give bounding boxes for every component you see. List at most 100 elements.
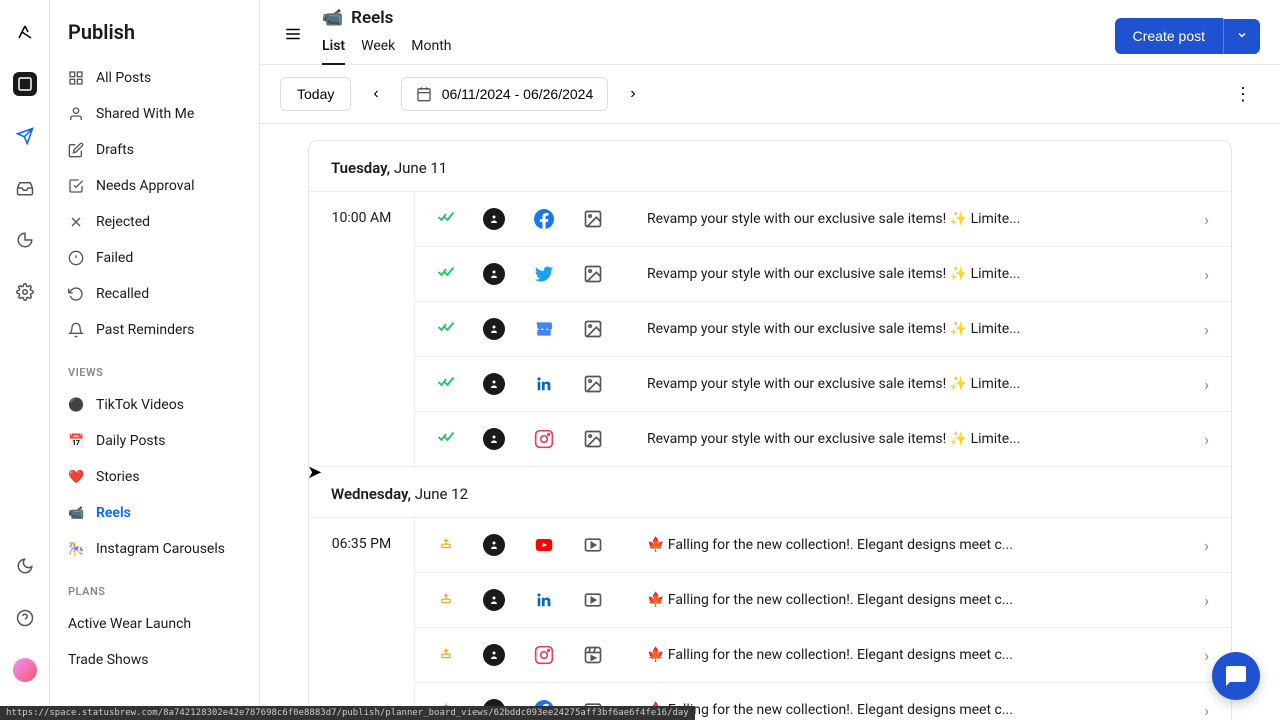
- plan-item[interactable]: Trade Shows: [50, 642, 259, 678]
- status-url: https://space.statusbrew.com/8a742128302…: [0, 706, 695, 720]
- nav-analytics-icon[interactable]: [13, 228, 37, 252]
- help-icon[interactable]: [13, 606, 37, 630]
- nav-icon: [68, 322, 84, 338]
- status-icon: [437, 430, 455, 448]
- instagram-icon: [533, 644, 555, 666]
- chevron-right-icon: ›: [1204, 591, 1209, 610]
- view-emoji: ⚫: [68, 398, 84, 413]
- chat-bubble-icon[interactable]: [1212, 652, 1260, 700]
- nav-item-rejected[interactable]: Rejected: [50, 204, 259, 240]
- post-row[interactable]: Revamp your style with our exclusive sal…: [415, 192, 1231, 247]
- twitter-icon: [533, 263, 555, 285]
- avatar[interactable]: [13, 658, 37, 682]
- nav-item-failed[interactable]: Failed: [50, 240, 259, 276]
- gmb-icon: [533, 318, 555, 340]
- tab-month[interactable]: Month: [411, 32, 451, 64]
- tab-list[interactable]: List: [322, 32, 345, 64]
- nav-icon: [68, 106, 84, 122]
- nav-icon: [68, 250, 84, 266]
- view-item-daily-posts[interactable]: 📅Daily Posts: [50, 423, 259, 459]
- post-text: 🍁 Falling for the new collection!. Elega…: [631, 537, 1176, 553]
- brand-dot-icon: [483, 263, 505, 285]
- image-icon: [583, 264, 603, 284]
- post-row[interactable]: Revamp your style with our exclusive sal…: [415, 357, 1231, 412]
- views-label: VIEWS: [50, 348, 259, 387]
- chevron-right-icon: ›: [1204, 430, 1209, 449]
- nav-icon: [68, 214, 84, 230]
- page-title: 📹 Reels: [322, 8, 1099, 32]
- image-icon: [583, 319, 603, 339]
- image-icon: [583, 209, 603, 229]
- today-button[interactable]: Today: [280, 77, 351, 111]
- tab-week[interactable]: Week: [361, 32, 395, 64]
- day-header: Wednesday, June 12: [309, 467, 1231, 518]
- post-text: Revamp your style with our exclusive sal…: [631, 266, 1176, 282]
- post-row[interactable]: 🍁 Falling for the new collection!. Elega…: [415, 573, 1231, 628]
- image-icon: [583, 374, 603, 394]
- view-item-stories[interactable]: ❤️Stories: [50, 459, 259, 495]
- video-icon: [583, 535, 603, 555]
- video-icon: [583, 590, 603, 610]
- reel-icon: [583, 645, 603, 665]
- nav-item-all-posts[interactable]: All Posts: [50, 60, 259, 96]
- facebook-icon: [533, 208, 555, 230]
- status-icon: [437, 591, 455, 609]
- nav-home-icon[interactable]: [13, 72, 37, 96]
- status-icon: [437, 210, 455, 228]
- post-row[interactable]: 🍁 Falling for the new collection!. Elega…: [415, 518, 1231, 573]
- nav-item-needs-approval[interactable]: Needs Approval: [50, 168, 259, 204]
- post-text: 🍁 Falling for the new collection!. Elega…: [631, 647, 1176, 663]
- status-icon: [437, 536, 455, 554]
- post-row[interactable]: Revamp your style with our exclusive sal…: [415, 412, 1231, 466]
- nav-item-drafts[interactable]: Drafts: [50, 132, 259, 168]
- prev-button[interactable]: ‹: [363, 79, 388, 109]
- status-icon: [437, 320, 455, 338]
- date-range-button[interactable]: 06/11/2024 - 06/26/2024: [401, 77, 609, 111]
- brand-dot-icon: [483, 373, 505, 395]
- brand-dot-icon: [483, 208, 505, 230]
- hamburger-icon[interactable]: [280, 21, 306, 51]
- post-row[interactable]: Revamp your style with our exclusive sal…: [415, 247, 1231, 302]
- brand-dot-icon: [483, 534, 505, 556]
- create-post-dropdown[interactable]: [1223, 19, 1260, 54]
- plans-label: PLANS: [50, 567, 259, 606]
- post-text: Revamp your style with our exclusive sal…: [631, 376, 1176, 392]
- nav-rail: [0, 0, 50, 720]
- post-text: 🍁 Falling for the new collection!. Elega…: [631, 592, 1176, 608]
- logo-icon[interactable]: [13, 20, 37, 44]
- brand-dot-icon: [483, 318, 505, 340]
- plan-item[interactable]: Active Wear Launch: [50, 606, 259, 642]
- chevron-right-icon: ›: [1204, 375, 1209, 394]
- brand-dot-icon: [483, 589, 505, 611]
- nav-item-shared-with-me[interactable]: Shared With Me: [50, 96, 259, 132]
- more-menu-icon[interactable]: ⋮: [1226, 80, 1260, 109]
- nav-item-past-reminders[interactable]: Past Reminders: [50, 312, 259, 348]
- time-cell: 10:00 AM: [309, 192, 415, 466]
- brand-dot-icon: [483, 428, 505, 450]
- nav-item-recalled[interactable]: Recalled: [50, 276, 259, 312]
- post-text: 🍁 Falling for the new collection!. Elega…: [631, 702, 1176, 718]
- chevron-right-icon: ›: [1204, 210, 1209, 229]
- post-row[interactable]: 🍁 Falling for the new collection!. Elega…: [415, 628, 1231, 683]
- view-item-reels[interactable]: 📹Reels: [50, 495, 259, 531]
- post-row[interactable]: Revamp your style with our exclusive sal…: [415, 302, 1231, 357]
- theme-icon[interactable]: [13, 554, 37, 578]
- nav-settings-icon[interactable]: [13, 280, 37, 304]
- view-emoji: 📹: [68, 506, 84, 521]
- view-emoji: 🎠: [68, 542, 84, 557]
- brand-dot-icon: [483, 644, 505, 666]
- title-emoji: 📹: [322, 8, 343, 28]
- chevron-right-icon: ›: [1204, 646, 1209, 665]
- status-icon: [437, 375, 455, 393]
- youtube-icon: [533, 534, 555, 556]
- nav-send-icon[interactable]: [13, 124, 37, 148]
- linkedin-icon: [533, 589, 555, 611]
- nav-inbox-icon[interactable]: [13, 176, 37, 200]
- view-item-tiktok-videos[interactable]: ⚫TikTok Videos: [50, 387, 259, 423]
- view-item-instagram-carousels[interactable]: 🎠Instagram Carousels: [50, 531, 259, 567]
- view-emoji: 📅: [68, 434, 84, 449]
- post-text: Revamp your style with our exclusive sal…: [631, 321, 1176, 337]
- next-button[interactable]: ›: [620, 79, 645, 109]
- nav-icon: [68, 286, 84, 302]
- create-post-button[interactable]: Create post: [1115, 18, 1223, 54]
